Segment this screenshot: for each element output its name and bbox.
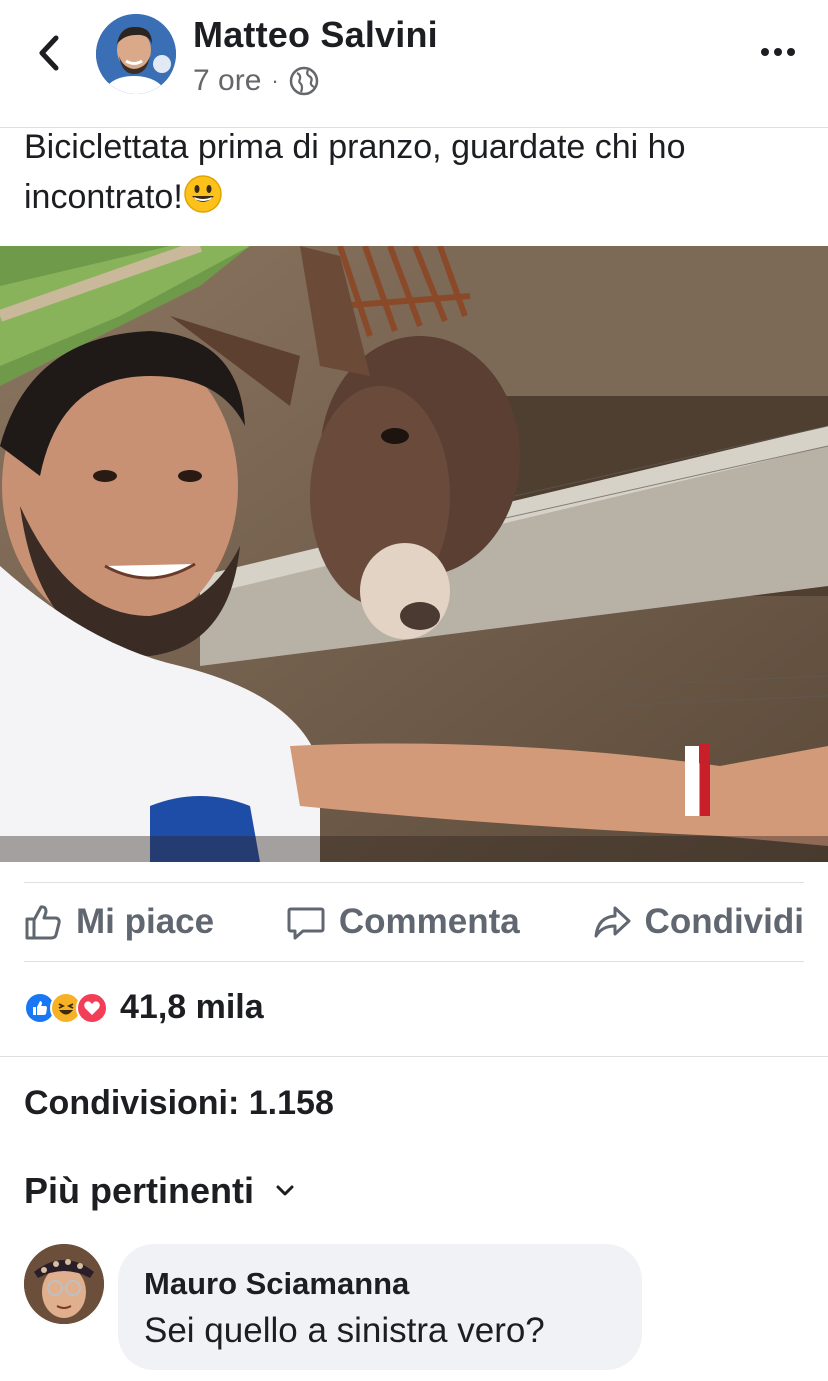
more-horizontal-icon	[761, 48, 795, 56]
comment-bubble-icon	[287, 907, 325, 940]
share-button[interactable]: Condividi	[593, 902, 804, 942]
commenter-avatar[interactable]	[24, 1244, 104, 1324]
shares-count[interactable]: Condivisioni: 1.158	[24, 1084, 334, 1123]
chevron-down-icon	[276, 1185, 294, 1196]
reaction-count: 41,8 mila	[120, 988, 264, 1026]
share-arrow-icon	[594, 906, 631, 938]
post-meta: 7 ore ·	[193, 64, 319, 98]
comment-sort-label: Più pertinenti	[24, 1170, 255, 1211]
thumbs-up-icon	[25, 905, 61, 940]
comment-label: Commenta	[338, 902, 520, 941]
smiling-face-emoji	[183, 174, 223, 228]
post-time[interactable]: 7 ore	[193, 64, 261, 98]
back-button[interactable]	[28, 30, 68, 76]
author-name[interactable]: Matteo Salvini	[193, 14, 438, 56]
comment-text: Sei quello a sinistra vero?	[144, 1311, 545, 1350]
post-text: Biciclettata prima di pranzo, guardate c…	[24, 122, 814, 228]
action-bar: Mi piace Commenta Condividi	[24, 882, 804, 962]
like-label: Mi piace	[76, 902, 215, 941]
author-avatar[interactable]	[96, 14, 176, 94]
globe-icon	[289, 66, 318, 96]
love-reaction-icon	[76, 991, 108, 1024]
meta-separator: ·	[271, 68, 279, 93]
comment-sort-dropdown[interactable]: Più pertinenti	[24, 1170, 294, 1212]
chevron-left-icon	[39, 35, 59, 71]
like-button[interactable]: Mi piace	[24, 902, 214, 942]
post-header: Matteo Salvini 7 ore ·	[0, 0, 828, 128]
post-photo[interactable]	[0, 246, 828, 862]
reactions-summary[interactable]: 41,8 mila	[24, 988, 264, 1027]
comment-author[interactable]: Mauro Sciamanna	[144, 1264, 616, 1304]
share-label: Condividi	[644, 902, 804, 941]
comment-bubble[interactable]: Mauro Sciamanna Sei quello a sinistra ve…	[118, 1244, 642, 1370]
post-text-content: Biciclettata prima di pranzo, guardate c…	[24, 128, 686, 216]
more-options-button[interactable]	[756, 34, 800, 70]
comment-button[interactable]: Commenta	[287, 902, 520, 942]
reaction-icons	[24, 991, 108, 1024]
photo-selfie-with-donkey	[0, 246, 828, 862]
divider	[0, 1056, 828, 1057]
